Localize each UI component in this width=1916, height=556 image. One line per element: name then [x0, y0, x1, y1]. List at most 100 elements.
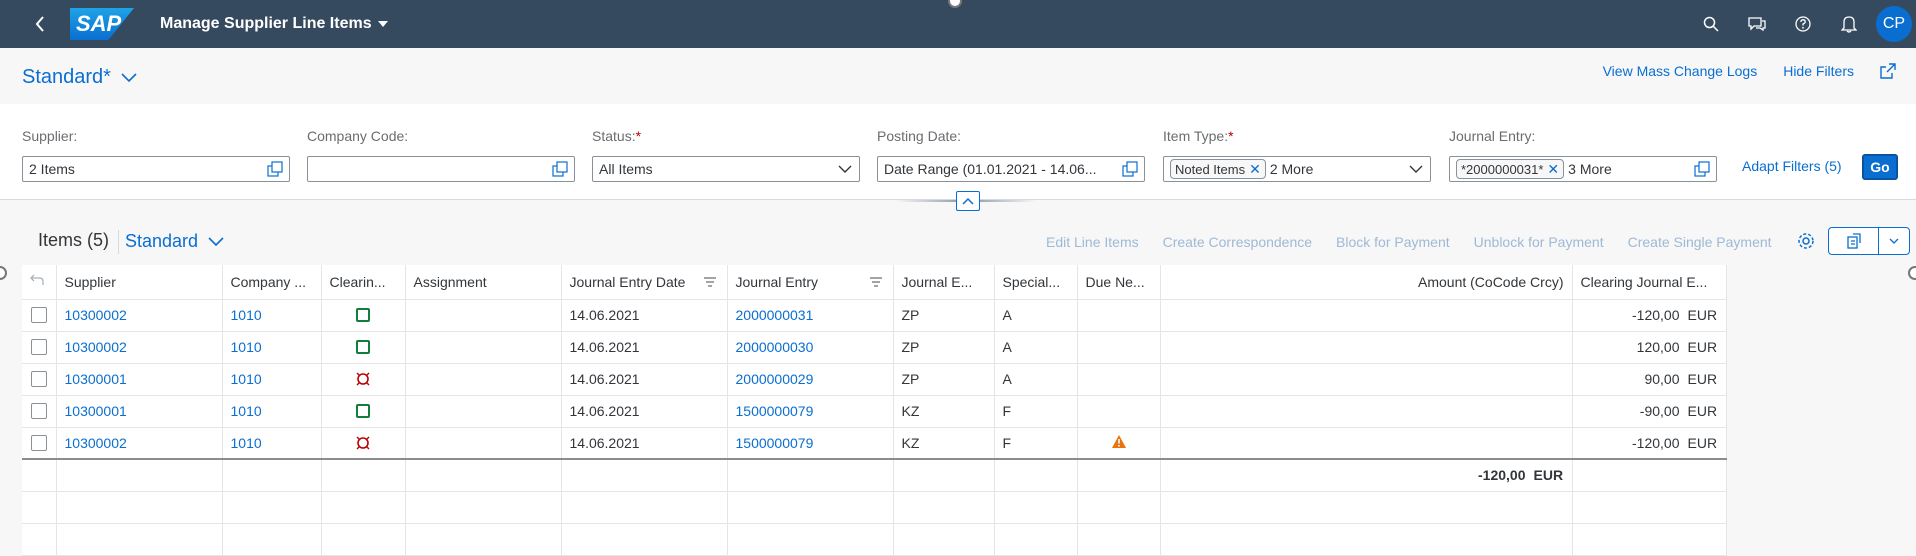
create-single-payment-button[interactable]: Create Single Payment — [1628, 234, 1772, 250]
go-button[interactable]: Go — [1862, 154, 1898, 180]
value-help-icon[interactable] — [267, 161, 283, 177]
company-code-link[interactable]: 1010 — [222, 427, 322, 460]
company-code-input[interactable] — [307, 156, 575, 182]
row-checkbox[interactable] — [30, 434, 47, 451]
supplier-link[interactable]: 10300001 — [56, 395, 223, 428]
item-type-multicombo[interactable]: Noted Items ✕ 2 More — [1163, 156, 1431, 182]
export-menu-button[interactable] — [1879, 228, 1909, 254]
value-help-icon[interactable] — [1694, 161, 1710, 177]
export-split-button[interactable] — [1828, 227, 1910, 255]
row-checkbox[interactable] — [30, 339, 47, 355]
journal-entry-link[interactable]: 2000000029 — [727, 363, 894, 396]
column-header-amount[interactable]: Amount (CoCode Crcy) — [1160, 265, 1573, 300]
column-header-journal-entry[interactable]: Journal Entry — [727, 265, 894, 300]
company-code-link[interactable]: 1010 — [222, 331, 322, 364]
item-type-token[interactable]: Noted Items ✕ — [1170, 159, 1266, 179]
hide-filters-link[interactable]: Hide Filters — [1783, 63, 1854, 79]
export-button[interactable] — [1829, 228, 1879, 254]
value-help-icon[interactable] — [552, 161, 568, 177]
journal-entry-link[interactable]: 1500000079 — [727, 427, 894, 460]
app-title-menu[interactable]: Manage Supplier Line Items — [160, 15, 388, 33]
journal-entry-token[interactable]: *2000000031* ✕ — [1456, 159, 1565, 179]
empty-cell — [22, 458, 57, 492]
company-code-link[interactable]: 1010 — [222, 395, 322, 428]
empty-cell — [222, 491, 322, 524]
collapse-header-button[interactable] — [956, 191, 980, 211]
feedback-button[interactable] — [1734, 0, 1780, 48]
empty-cell — [1160, 491, 1573, 524]
table-row[interactable]: 10300002 1010 14.06.2021 2000000031 ZP A -120,… — [22, 299, 1727, 332]
table-row[interactable]: 10300002 1010 14.06.2021 1500000079 KZ F -120,… — [22, 427, 1727, 460]
block-for-payment-button[interactable]: Block for Payment — [1336, 234, 1450, 250]
left-resize-handle[interactable] — [0, 266, 7, 280]
adapt-filters-button[interactable]: Adapt Filters (5) — [1742, 158, 1842, 174]
back-button[interactable] — [20, 0, 60, 48]
column-header-supplier[interactable]: Supplier — [56, 265, 223, 300]
company-code-link[interactable]: 1010 — [222, 363, 322, 396]
resize-handle[interactable] — [948, 0, 962, 8]
row-checkbox[interactable] — [30, 371, 47, 387]
company-code-link[interactable]: 1010 — [222, 299, 322, 332]
item-type-more[interactable]: 2 More — [1270, 161, 1314, 177]
sap-logo[interactable]: SAP — [70, 8, 134, 40]
supplier-link[interactable]: 10300002 — [56, 427, 223, 460]
edit-line-items-button[interactable]: Edit Line Items — [1046, 234, 1139, 250]
total-row: -120,00 EUR — [22, 458, 1727, 492]
chevron-down-icon[interactable] — [1408, 161, 1424, 177]
notifications-button[interactable] — [1826, 0, 1872, 48]
amount-value: 90,00 — [1644, 371, 1680, 387]
column-header-company-code[interactable]: Company ... — [222, 265, 322, 300]
journal-entry-multiinput[interactable]: *2000000031* ✕ 3 More — [1449, 156, 1717, 182]
view-mass-change-logs-link[interactable]: View Mass Change Logs — [1603, 63, 1758, 79]
remove-token-icon[interactable]: ✕ — [1249, 161, 1261, 178]
value-help-icon[interactable] — [1122, 161, 1138, 177]
search-button[interactable] — [1688, 0, 1734, 48]
supplier-link[interactable]: 10300001 — [56, 363, 223, 396]
row-select-cell[interactable] — [22, 299, 57, 332]
supplier-input[interactable]: 2 Items — [22, 156, 290, 182]
filter-icon — [869, 277, 882, 287]
column-header-due-net[interactable]: Due Ne... — [1077, 265, 1161, 300]
row-checkbox[interactable] — [30, 403, 47, 419]
chevron-down-icon — [1889, 238, 1899, 244]
row-select-cell[interactable] — [22, 331, 57, 364]
unblock-for-payment-button[interactable]: Unblock for Payment — [1474, 234, 1604, 250]
currency-code: EUR — [1687, 403, 1718, 419]
empty-cell — [1077, 491, 1161, 524]
posting-date-input[interactable]: Date Range (01.01.2021 - 14.06... — [877, 156, 1145, 182]
column-header-special-gl[interactable]: Special... — [994, 265, 1078, 300]
journal-entry-link[interactable]: 2000000030 — [727, 331, 894, 364]
column-header-clearing-journal-entry[interactable]: Clearing Journal E... — [1572, 265, 1727, 300]
share-icon[interactable] — [1880, 63, 1896, 79]
table-row[interactable]: 10300001 1010 14.06.2021 2000000029 ZP A 90,00… — [22, 363, 1727, 396]
help-button[interactable] — [1780, 0, 1826, 48]
total-amount-value: -120,00 — [1478, 467, 1526, 484]
journal-entry-link[interactable]: 1500000079 — [727, 395, 894, 428]
select-all-header[interactable] — [22, 265, 57, 300]
remove-token-icon[interactable]: ✕ — [1547, 161, 1559, 178]
table-row[interactable]: 10300002 1010 14.06.2021 2000000030 ZP A 120,0… — [22, 331, 1727, 364]
right-resize-handle[interactable] — [1908, 266, 1916, 280]
row-checkbox[interactable] — [30, 307, 47, 323]
table-variant-selector[interactable]: Standard — [125, 231, 224, 252]
notifications-icon — [1841, 16, 1857, 33]
line-items-table: Supplier Company ... Clearin... Assignme… — [22, 265, 1727, 556]
create-correspondence-button[interactable]: Create Correspondence — [1163, 234, 1312, 250]
status-select[interactable]: All Items — [592, 156, 860, 182]
table-row[interactable]: 10300001 1010 14.06.2021 1500000079 KZ F -90,0… — [22, 395, 1727, 428]
column-header-journal-entry-date[interactable]: Journal Entry Date — [561, 265, 728, 300]
settings-gear-icon[interactable] — [1796, 231, 1816, 251]
row-select-cell[interactable] — [22, 427, 57, 460]
column-header-clearing-status[interactable]: Clearin... — [321, 265, 406, 300]
variant-selector[interactable]: Standard* — [22, 66, 137, 89]
row-select-cell[interactable] — [22, 363, 57, 396]
user-avatar[interactable]: CP — [1876, 6, 1912, 42]
supplier-link[interactable]: 10300002 — [56, 299, 223, 332]
row-select-cell[interactable] — [22, 395, 57, 428]
column-header-journal-entry-type[interactable]: Journal E... — [893, 265, 995, 300]
filter-bar: Supplier: 2 Items Company Code: Status:*… — [0, 104, 1916, 200]
supplier-link[interactable]: 10300002 — [56, 331, 223, 364]
journal-entry-link[interactable]: 2000000031 — [727, 299, 894, 332]
column-header-assignment[interactable]: Assignment — [405, 265, 562, 300]
journal-entry-more[interactable]: 3 More — [1568, 161, 1612, 177]
